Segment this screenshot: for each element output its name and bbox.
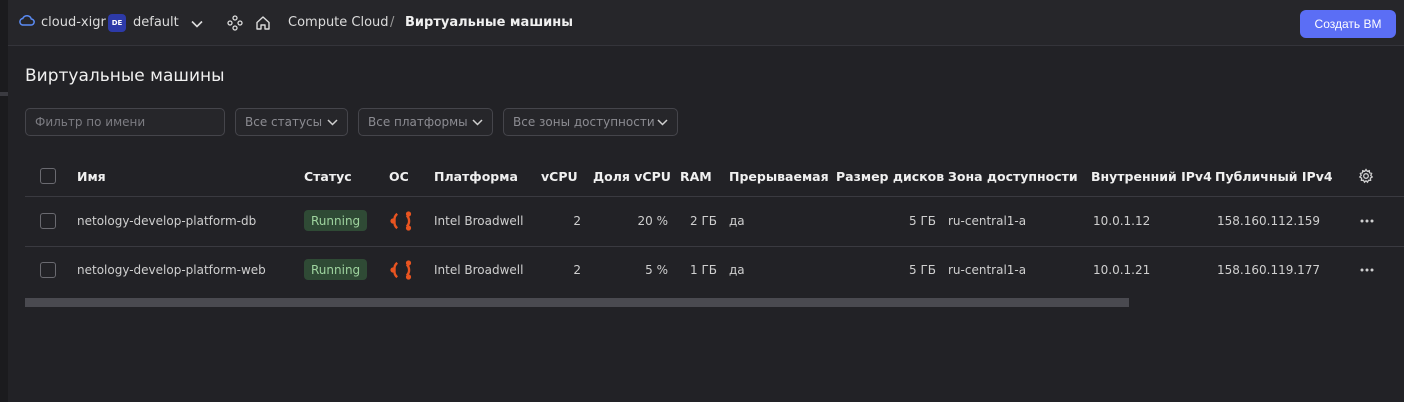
zone-filter[interactable]: Все зоны доступности — [503, 108, 678, 136]
vm-internal-ip: 10.0.1.12 — [1093, 214, 1151, 228]
vm-name[interactable]: netology-develop-platform-web — [77, 263, 266, 277]
vm-name[interactable]: netology-develop-platform-db — [77, 214, 256, 228]
chevron-down-icon — [327, 115, 338, 129]
vm-public-ip: 158.160.119.177 — [1217, 263, 1321, 277]
vm-disk-size: 5 ГБ — [909, 263, 936, 277]
vm-preemptible: да — [729, 263, 745, 277]
vm-internal-ip: 10.0.1.21 — [1093, 263, 1151, 277]
platform-filter[interactable]: Все платформы — [358, 108, 493, 136]
left-strip — [0, 0, 8, 402]
column-header-platform[interactable]: Платформа — [434, 169, 518, 184]
left-strip-mark — [0, 92, 8, 96]
vm-preemptible: да — [729, 214, 745, 228]
chevron-down-icon — [472, 115, 483, 129]
chevron-down-icon — [657, 115, 668, 129]
select-all-checkbox[interactable] — [40, 168, 56, 184]
vm-disk-size: 5 ГБ — [909, 214, 936, 228]
column-header-public-ip[interactable]: Публичный IPv4 — [1215, 169, 1333, 184]
column-header-preemptible[interactable]: Прерываемая — [729, 169, 829, 184]
more-actions-icon[interactable] — [1357, 211, 1377, 231]
column-header-zone[interactable]: Зона доступности — [948, 169, 1078, 184]
vm-vcpu: 2 — [573, 214, 581, 228]
vm-vcpu-share: 20 % — [637, 214, 669, 228]
vm-platform: Intel Broadwell — [434, 214, 524, 228]
top-bar: cloud-xigr DE default Compute Cloud / Ви… — [8, 0, 1404, 46]
ubuntu-icon — [389, 208, 415, 234]
services-icon[interactable] — [226, 14, 244, 32]
cloud-icon — [18, 14, 35, 30]
home-icon[interactable] — [254, 14, 272, 32]
chevron-down-icon[interactable] — [188, 15, 206, 33]
vm-vcpu: 2 — [573, 263, 581, 277]
ubuntu-icon — [389, 257, 415, 283]
cloud-selector[interactable]: cloud-xigr — [18, 14, 106, 30]
folder-name[interactable]: default — [133, 15, 179, 30]
vm-zone: ru-central1-a — [948, 214, 1027, 228]
create-vm-button[interactable]: Создать ВМ — [1300, 10, 1396, 38]
breadcrumb-current: Виртуальные машины — [405, 15, 573, 30]
status-filter-value: Все статусы — [245, 115, 323, 129]
column-header-disk-size[interactable]: Размер дисков — [836, 169, 944, 184]
status-filter[interactable]: Все статусы — [235, 108, 348, 136]
gear-icon[interactable] — [1358, 168, 1376, 186]
vm-ram: 1 ГБ — [690, 263, 717, 277]
name-filter[interactable] — [25, 108, 225, 136]
cloud-name: cloud-xigr — [41, 14, 106, 30]
main-panel: Виртуальные машины Все статусы Все платф… — [8, 46, 1404, 402]
column-header-ram[interactable]: RAM — [680, 169, 712, 184]
name-filter-input[interactable] — [35, 115, 215, 129]
column-header-internal-ip[interactable]: Внутренний IPv4 — [1091, 169, 1212, 184]
row-checkbox[interactable] — [40, 213, 56, 229]
column-header-status[interactable]: Статус — [304, 169, 352, 184]
status-badge: Running — [304, 259, 368, 280]
column-header-os[interactable]: ОС — [389, 169, 409, 184]
vm-zone: ru-central1-a — [948, 263, 1027, 277]
zone-filter-value: Все зоны доступности — [513, 115, 655, 129]
column-header-name[interactable]: Имя — [77, 169, 106, 184]
vm-vcpu-share: 5 % — [645, 263, 668, 277]
more-actions-icon[interactable] — [1357, 260, 1377, 280]
breadcrumb-separator: / — [390, 15, 395, 30]
page-title: Виртуальные машины — [25, 66, 225, 86]
folder-badge: DE — [108, 14, 126, 32]
row-checkbox[interactable] — [40, 262, 56, 278]
horizontal-scrollbar[interactable] — [25, 298, 1129, 307]
platform-filter-value: Все платформы — [368, 115, 468, 129]
vm-platform: Intel Broadwell — [434, 263, 524, 277]
header-divider — [25, 196, 1404, 197]
breadcrumb-compute-cloud[interactable]: Compute Cloud — [288, 15, 389, 30]
status-badge: Running — [304, 210, 368, 231]
column-header-vcpu[interactable]: vCPU — [541, 169, 578, 184]
vm-public-ip: 158.160.112.159 — [1217, 214, 1321, 228]
row-divider — [25, 246, 1404, 247]
vm-ram: 2 ГБ — [690, 214, 717, 228]
column-header-vcpu-share[interactable]: Доля vCPU — [593, 169, 671, 184]
